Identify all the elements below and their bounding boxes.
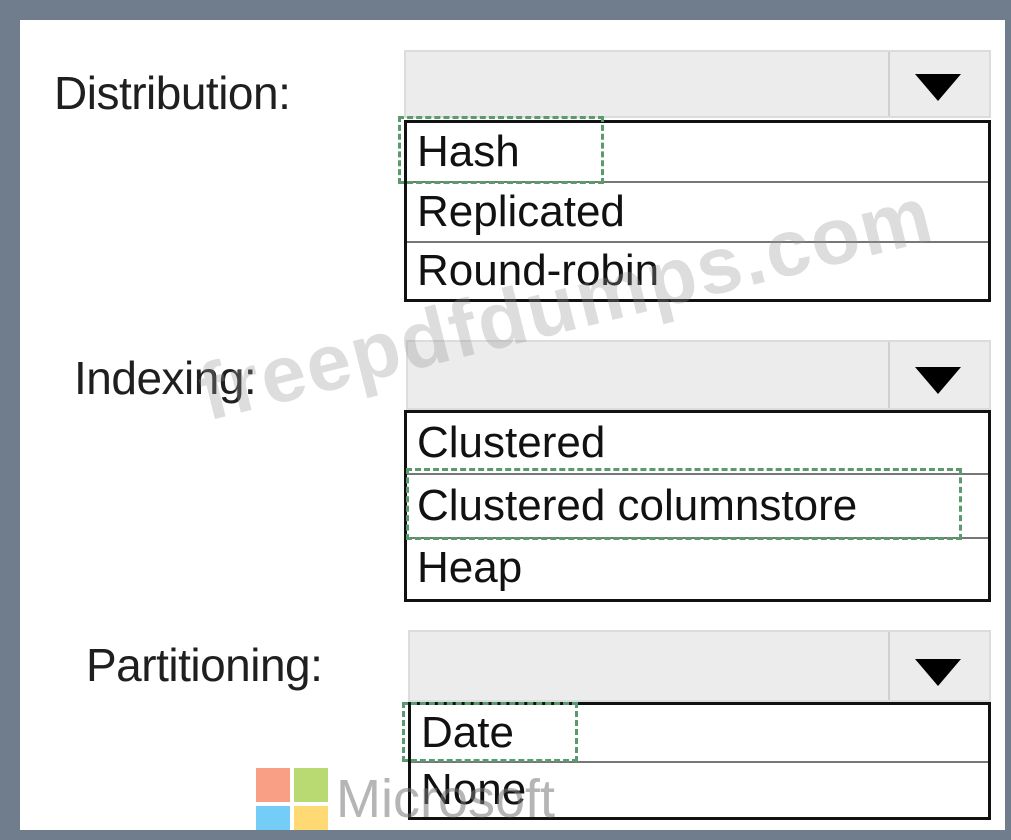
distribution-label: Distribution: [54, 67, 291, 119]
answer-area-panel: Distribution: Hash Replicated Round-robi… [20, 20, 1005, 830]
indexing-label: Indexing: [74, 352, 257, 404]
option-none[interactable]: None [411, 763, 988, 817]
option-clustered[interactable]: Clustered [407, 413, 988, 475]
dropdown-separator [888, 632, 890, 700]
option-heap[interactable]: Heap [407, 539, 988, 597]
dropdown-separator [888, 52, 890, 116]
distribution-dropdown[interactable] [404, 50, 991, 118]
distribution-options: Hash Replicated Round-robin [404, 120, 991, 302]
dropdown-separator [888, 342, 890, 408]
indexing-options: Clustered Clustered columnstore Heap [404, 410, 991, 602]
option-clustered-columnstore[interactable]: Clustered columnstore [407, 475, 988, 539]
option-date[interactable]: Date [411, 705, 988, 763]
chevron-down-icon[interactable] [915, 367, 961, 394]
chevron-down-icon[interactable] [915, 74, 961, 101]
partitioning-options: Date None [408, 702, 991, 820]
partitioning-label: Partitioning: [86, 639, 323, 691]
option-hash[interactable]: Hash [407, 123, 988, 183]
chevron-down-icon[interactable] [915, 659, 961, 686]
indexing-dropdown[interactable] [406, 340, 991, 410]
partitioning-dropdown[interactable] [408, 630, 991, 702]
microsoft-logo-icon [256, 768, 328, 830]
option-round-robin[interactable]: Round-robin [407, 243, 988, 299]
option-replicated[interactable]: Replicated [407, 183, 988, 243]
